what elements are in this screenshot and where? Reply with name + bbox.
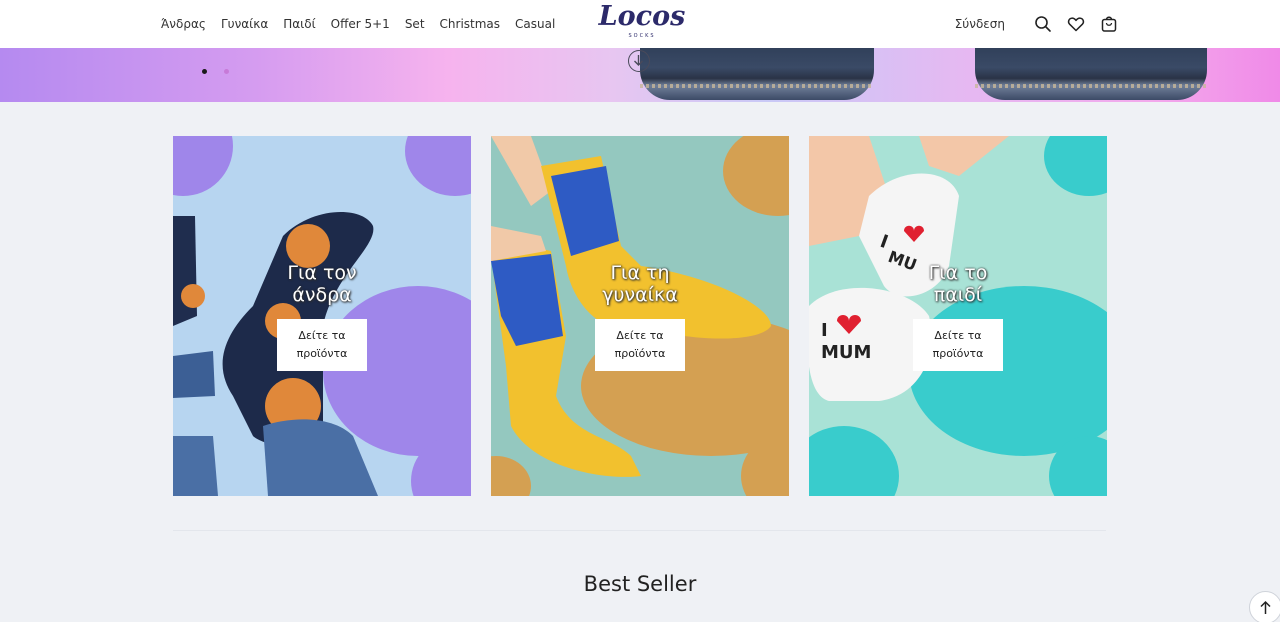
arrow-up-icon [1260,600,1271,614]
slider-dot-1[interactable] [202,69,207,74]
login-link[interactable]: Σύνδεση [955,17,1005,31]
button-label-line: Δείτε τα [298,329,346,342]
nav-item-men[interactable]: Άνδρας [161,17,206,31]
site-header: Άνδρας Γυναίκα Παιδί Offer 5+1 Set Chris… [0,0,1280,48]
svg-text:MUM: MUM [821,342,871,363]
card-title-line: Για τον [287,262,357,284]
men-sock-image [173,212,378,496]
card-title-women: Για τη γυναίκα [491,262,789,306]
heart-icon[interactable] [1067,15,1085,33]
nav-item-offer[interactable]: Offer 5+1 [331,17,390,31]
svg-text:I: I [821,320,828,341]
view-products-button-kids[interactable]: Δείτε τα προϊόντα [913,319,1003,371]
card-title-line: παιδί [933,284,983,306]
slider-dots [202,69,229,74]
hero-shoe-left [640,48,874,100]
best-seller-heading: Best Seller [583,572,697,596]
card-title-kids: Για το παιδί [809,262,1107,306]
card-title-line: Για το [928,262,988,284]
bag-icon[interactable] [1100,15,1118,33]
women-sock-image [491,136,771,477]
category-card-women[interactable]: Για τη γυναίκα Δείτε τα προϊόντα [491,136,789,496]
main-nav: Άνδρας Γυναίκα Παιδί Offer 5+1 Set Chris… [161,0,570,48]
card-title-line: γυναίκα [602,284,678,306]
nav-item-set[interactable]: Set [405,17,425,31]
button-label-line: προϊόντα [614,347,666,360]
site-logo[interactable]: Locos SOCKS [596,1,688,43]
button-label-line: Δείτε τα [616,329,664,342]
view-products-button-men[interactable]: Δείτε τα προϊόντα [277,319,367,371]
kids-sock-image: I MU I MUM [809,136,1009,401]
view-products-button-women[interactable]: Δείτε τα προϊόντα [595,319,685,371]
hero-shoe-right [975,48,1207,100]
button-label-line: προϊόντα [932,347,984,360]
search-icon[interactable] [1034,15,1052,33]
logo-subtext: SOCKS [628,33,656,39]
button-label-line: προϊόντα [296,347,348,360]
nav-item-kids[interactable]: Παιδί [283,17,315,31]
nav-item-christmas[interactable]: Christmas [440,17,501,31]
nav-item-women[interactable]: Γυναίκα [221,17,268,31]
header-actions: Σύνδεση [955,0,1118,48]
section-divider [173,530,1106,531]
nav-item-casual[interactable]: Casual [515,17,555,31]
category-card-men[interactable]: Για τον άνδρα Δείτε τα προϊόντα [173,136,471,496]
button-label-line: Δείτε τα [934,329,982,342]
back-to-top-button[interactable] [1249,591,1280,622]
card-title-line: άνδρα [292,284,352,306]
card-title-men: Για τον άνδρα [173,262,471,306]
slider-dot-2[interactable] [224,69,229,74]
category-card-kids[interactable]: I MU I MUM Για το παιδί Δείτε τα προϊόντ… [809,136,1107,496]
logo-text: Locos [598,1,686,32]
scroll-down-icon[interactable] [628,50,650,72]
card-title-line: Για τη [610,262,670,284]
